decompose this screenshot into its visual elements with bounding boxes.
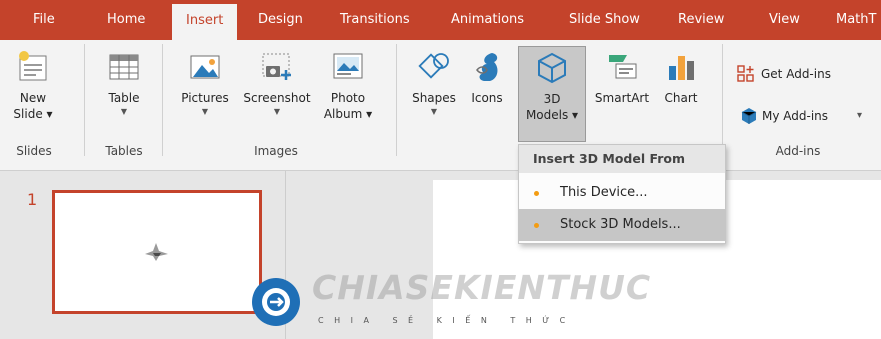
tab-review[interactable]: Review xyxy=(678,0,724,40)
chevron-down-icon: ▼ xyxy=(430,107,438,116)
table-button[interactable]: Table ▼ xyxy=(99,50,149,118)
tab-file[interactable]: File xyxy=(33,0,55,40)
3d-models-label-1: 3D xyxy=(543,92,561,106)
tab-matht[interactable]: MathT xyxy=(836,0,876,40)
tab-slide-show[interactable]: Slide Show xyxy=(569,0,640,40)
group-label-images: Images xyxy=(254,144,298,158)
new-slide-icon xyxy=(19,51,47,81)
watermark-logo-icon xyxy=(252,278,300,326)
3d-models-button[interactable]: 3D Models ▾ xyxy=(518,46,586,142)
shapes-icon xyxy=(418,53,449,79)
pictures-label: Pictures xyxy=(181,91,229,105)
chevron-down-icon: ▾ xyxy=(857,110,863,121)
table-icon xyxy=(109,54,139,80)
new-slide-label-1: New xyxy=(19,91,47,105)
photo-album-icon xyxy=(333,53,363,79)
3d-models-label-2: Models ▾ xyxy=(525,108,579,122)
bullet-icon xyxy=(534,223,539,228)
watermark-tagline: CHIA SẺ KIẾN THỨC xyxy=(318,316,576,325)
table-label: Table xyxy=(108,91,140,105)
screenshot-icon xyxy=(262,53,291,80)
icons-button[interactable]: Icons xyxy=(465,50,509,106)
smartart-label: SmartArt xyxy=(594,91,650,105)
get-addins-label: Get Add-ins xyxy=(761,67,831,81)
photo-album-label-2: Album ▾ xyxy=(323,107,373,121)
chevron-down-icon: ▼ xyxy=(120,107,128,116)
chart-label: Chart xyxy=(664,91,698,105)
menu-item-this-device[interactable]: This Device... xyxy=(519,177,725,209)
3d-model-preview-icon xyxy=(145,243,168,261)
my-addins-button[interactable]: My Add-ins ▾ xyxy=(740,106,870,126)
3d-cube-icon xyxy=(538,52,566,84)
menu-item-label: Stock 3D Models... xyxy=(560,217,681,232)
shapes-label: Shapes xyxy=(412,91,456,105)
menu-item-label: This Device... xyxy=(560,185,648,200)
bullet-icon xyxy=(534,191,539,196)
watermark-brand: CHIASEKIENTHUC xyxy=(312,268,652,307)
screenshot-label: Screenshot xyxy=(243,91,311,105)
tab-insert[interactable]: Insert xyxy=(172,4,238,40)
my-addins-icon xyxy=(741,108,757,124)
tab-animations[interactable]: Animations xyxy=(451,0,524,40)
tab-transitions[interactable]: Transitions xyxy=(340,0,410,40)
tab-view[interactable]: View xyxy=(769,0,800,40)
tab-design[interactable]: Design xyxy=(258,0,303,40)
chevron-down-icon: ▼ xyxy=(201,107,209,116)
group-label-addins: Add-ins xyxy=(775,144,821,158)
pictures-icon xyxy=(190,55,220,79)
group-separator xyxy=(162,44,163,156)
shapes-button[interactable]: Shapes ▼ xyxy=(406,50,462,118)
group-separator xyxy=(84,44,85,156)
ribbon-insert: New Slide ▾ Slides Table ▼ Tables Pictur… xyxy=(0,40,881,171)
group-separator xyxy=(396,44,397,156)
chevron-down-icon: ▼ xyxy=(273,107,281,116)
screenshot-button[interactable]: Screenshot ▼ xyxy=(236,50,318,118)
photo-album-label-1: Photo xyxy=(330,91,366,105)
get-addins-button[interactable]: Get Add-ins xyxy=(737,64,847,84)
insert-3d-model-menu: Insert 3D Model From This Device... Stoc… xyxy=(518,144,726,244)
smartart-icon xyxy=(609,55,637,79)
menu-header: Insert 3D Model From xyxy=(519,145,725,173)
my-addins-label: My Add-ins xyxy=(762,109,829,123)
store-icon xyxy=(737,65,754,82)
bar-chart-icon xyxy=(669,56,694,80)
icons-label: Icons xyxy=(471,91,503,105)
group-label-slides: Slides xyxy=(16,144,52,158)
smartart-button[interactable]: SmartArt xyxy=(590,50,654,106)
chart-button[interactable]: Chart xyxy=(658,50,704,106)
slide-number: 1 xyxy=(27,190,38,209)
group-separator xyxy=(722,44,723,156)
menu-item-stock-3d-models[interactable]: Stock 3D Models... xyxy=(519,209,725,241)
icons-icon xyxy=(476,53,498,81)
new-slide-label-2: Slide ▾ xyxy=(13,107,53,121)
pictures-button[interactable]: Pictures ▼ xyxy=(175,50,235,118)
slide-thumbnail[interactable] xyxy=(52,190,262,314)
new-slide-button[interactable]: New Slide ▾ xyxy=(12,50,54,122)
tab-home[interactable]: Home xyxy=(107,0,145,40)
ribbon-tab-bar: File Home Insert Design Transitions Anim… xyxy=(0,0,881,40)
group-label-tables: Tables xyxy=(105,144,143,158)
photo-album-button[interactable]: Photo Album ▾ xyxy=(320,50,376,122)
